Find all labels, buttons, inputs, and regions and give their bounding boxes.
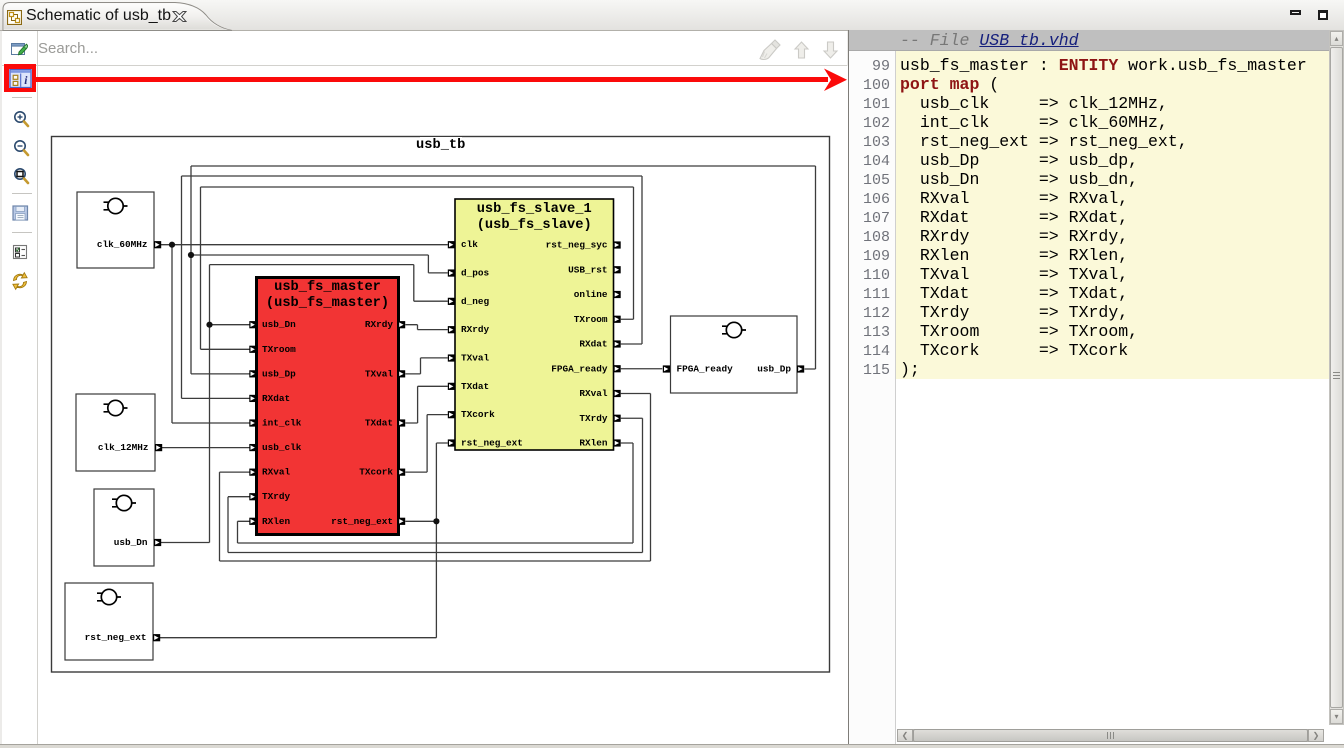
svg-text:TXcork: TXcork xyxy=(359,467,393,478)
svg-text:RXlen: RXlen xyxy=(262,516,291,527)
svg-text:clk_12MHz: clk_12MHz xyxy=(98,442,149,453)
svg-text:TXdat: TXdat xyxy=(365,418,393,429)
svg-text:TXval: TXval xyxy=(365,368,394,379)
svg-text:rst_neg_ext: rst_neg_ext xyxy=(461,438,523,449)
svg-text:usb_Dn: usb_Dn xyxy=(114,537,148,548)
svg-text:RXlen: RXlen xyxy=(579,438,608,449)
svg-text:RXrdy: RXrdy xyxy=(365,319,394,330)
svg-text:RXdat: RXdat xyxy=(262,393,290,404)
svg-text:TXcork: TXcork xyxy=(461,409,495,420)
svg-text:clk_60MHz: clk_60MHz xyxy=(97,239,148,250)
svg-text:usb_Dn: usb_Dn xyxy=(262,319,296,330)
svg-text:usb_Dp: usb_Dp xyxy=(757,364,791,375)
svg-text:TXrdy: TXrdy xyxy=(579,413,608,424)
svg-text:usb_tb: usb_tb xyxy=(416,138,465,153)
svg-text:d_pos: d_pos xyxy=(461,268,490,279)
svg-text:rst_neg_syc: rst_neg_syc xyxy=(546,240,608,251)
svg-text:d_neg: d_neg xyxy=(461,296,490,307)
svg-text:TXrdy: TXrdy xyxy=(262,491,291,502)
svg-text:clk: clk xyxy=(461,239,478,250)
svg-text:usb_fs_slave_1: usb_fs_slave_1 xyxy=(477,202,592,217)
svg-text:USB_rst: USB_rst xyxy=(568,264,607,275)
svg-text:rst_neg_ext: rst_neg_ext xyxy=(331,516,393,527)
svg-text:TXval: TXval xyxy=(461,353,490,364)
svg-text:RXval: RXval xyxy=(579,388,608,399)
svg-text:RXdat: RXdat xyxy=(579,339,607,350)
svg-text:TXroom: TXroom xyxy=(574,314,608,325)
svg-text:online: online xyxy=(574,289,608,300)
svg-text:FPGA_ready: FPGA_ready xyxy=(677,364,734,375)
svg-text:FPGA_ready: FPGA_ready xyxy=(551,363,608,374)
svg-text:usb_Dp: usb_Dp xyxy=(262,368,296,379)
svg-text:(usb_fs_master): (usb_fs_master) xyxy=(266,296,389,311)
svg-text:int_clk: int_clk xyxy=(262,418,302,429)
svg-text:rst_neg_ext: rst_neg_ext xyxy=(85,632,147,643)
svg-text:TXroom: TXroom xyxy=(262,344,296,355)
svg-text:usb_fs_master: usb_fs_master xyxy=(274,280,381,295)
svg-text:RXrdy: RXrdy xyxy=(461,324,490,335)
svg-text:TXdat: TXdat xyxy=(461,381,489,392)
svg-text:usb_clk: usb_clk xyxy=(262,442,302,453)
svg-text:RXval: RXval xyxy=(262,467,291,478)
svg-text:(usb_fs_slave): (usb_fs_slave) xyxy=(477,218,592,233)
